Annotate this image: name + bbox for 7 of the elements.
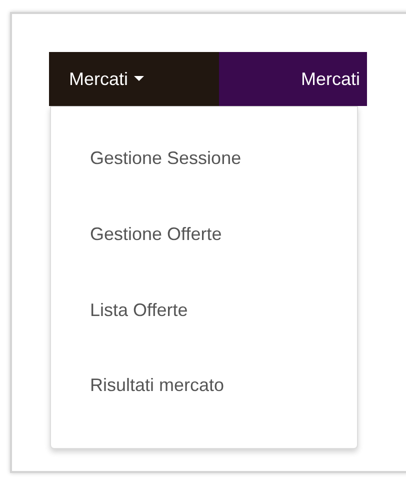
menu-dropdown-button[interactable]: Mercati [49,52,219,106]
menu-item[interactable]: Gestione Offerte [51,220,357,296]
nav-link[interactable]: Mercati [219,52,360,106]
menu-item[interactable]: Gestione Sessione [51,145,357,221]
menu-item[interactable]: Risultati mercato [51,372,357,448]
menu-item[interactable]: Lista Offerte [51,296,357,372]
caret-icon [134,76,144,82]
